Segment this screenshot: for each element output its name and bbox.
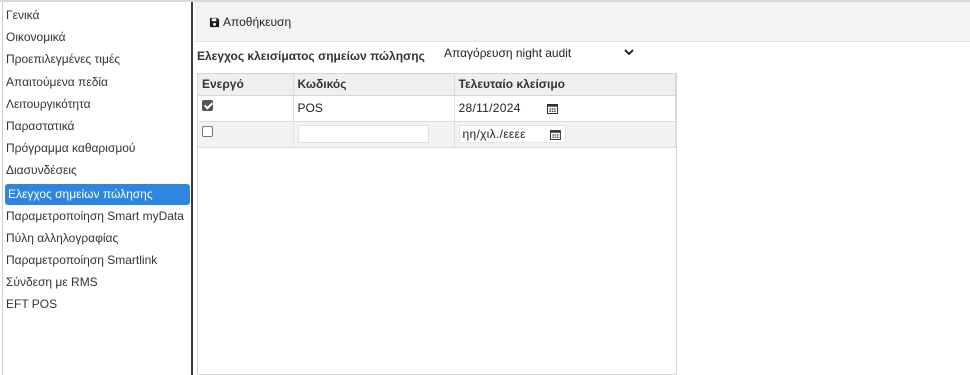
calendar-icon[interactable]	[549, 129, 561, 140]
night-audit-select[interactable]: Απαγόρευση night audit	[444, 44, 634, 62]
sidebar-item-documents[interactable]: Παραστατικά	[3, 116, 191, 138]
date-value: 28/11/2024	[458, 101, 521, 115]
last-close-date-input[interactable]: ηη/χιλ./εεεε	[458, 125, 566, 143]
sidebar-item-general[interactable]: Γενικά	[3, 5, 191, 27]
sidebar-item-defaults[interactable]: Προεπιλεγμένες τιμές	[3, 49, 191, 71]
sidebar-item-smart-mydata[interactable]: Παραμετροποίηση Smart myData	[3, 206, 191, 228]
header-active[interactable]: Ενεργό	[198, 74, 294, 96]
header-last-close[interactable]: Τελευταίο κλείσιμο	[454, 74, 676, 96]
sidebar-item-smartlink[interactable]: Παραμετροποίηση Smartlink	[3, 250, 191, 272]
select-value: Απαγόρευση night audit	[444, 46, 572, 60]
sidebar-item-rms[interactable]: Σύνδεση με RMS	[3, 272, 191, 294]
table-row: ηη/χιλ./εεεε	[198, 121, 676, 148]
sidebar-item-functionality[interactable]: Λειτουργικότητα	[3, 94, 191, 116]
sidebar-item-eft-pos[interactable]: EFT POS	[3, 294, 191, 316]
sidebar-item-required-fields[interactable]: Απαιτούμενα πεδία	[3, 72, 191, 94]
sidebar-item-cleaning-schedule[interactable]: Πρόγραμμα καθαρισμού	[3, 138, 191, 160]
sidebar-item-mail-gateway[interactable]: Πύλη αλληλογραφίας	[3, 228, 191, 250]
table-row: POS 28/11/2024	[198, 95, 676, 122]
sidebar-item-integrations[interactable]: Διασυνδέσεις	[3, 160, 191, 182]
date-placeholder: ηη/χιλ./εεεε	[462, 127, 526, 141]
active-checkbox[interactable]	[202, 126, 213, 138]
code-cell[interactable]: POS	[293, 95, 455, 122]
save-button[interactable]: Αποθήκευση	[209, 13, 291, 31]
section-header: Ελεγχος κλεισίματος σημείων πώλησης Απαγ…	[195, 42, 970, 74]
section-title: Ελεγχος κλεισίματος σημείων πώλησης	[197, 49, 425, 63]
last-close-date[interactable]: 28/11/2024	[459, 99, 558, 117]
code-input[interactable]	[297, 125, 429, 143]
main-panel: Αποθήκευση Ελεγχος κλεισίματος σημείων π…	[195, 2, 970, 375]
pos-close-grid: Ενεργό Κωδικός Τελευταίο κλείσιμο POS 28…	[197, 73, 677, 375]
calendar-icon[interactable]	[546, 103, 558, 114]
settings-sidebar: Γενικά Οικονομικά Προεπιλεγμένες τιμές Α…	[2, 2, 193, 375]
sidebar-item-pos-control[interactable]: Ελεγχος σημείων πώλησης	[5, 183, 190, 205]
sidebar-item-financial[interactable]: Οικονομικά	[3, 27, 191, 49]
chevron-down-icon	[624, 49, 634, 56]
floppy-disk-icon	[209, 17, 220, 27]
active-checkbox[interactable]	[202, 100, 213, 112]
toolbar: Αποθήκευση	[195, 2, 970, 42]
header-code[interactable]: Κωδικός	[293, 74, 455, 96]
save-button-label: Αποθήκευση	[223, 15, 292, 29]
